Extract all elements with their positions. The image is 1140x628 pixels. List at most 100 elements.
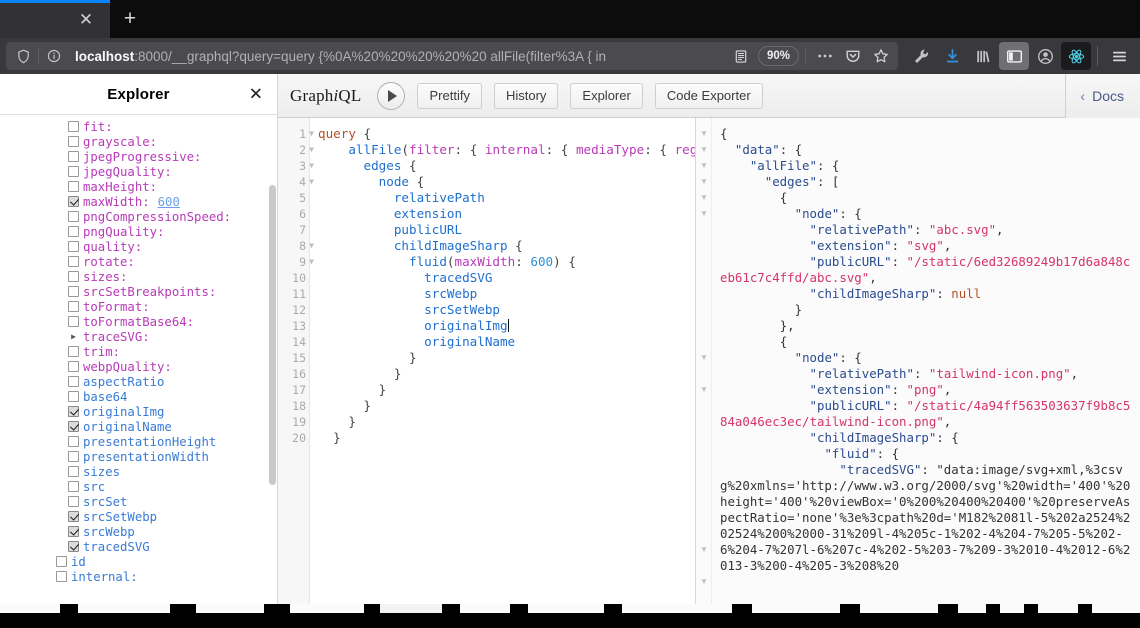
result-fold-arrow-icon[interactable]: ▼ xyxy=(699,350,709,366)
explorer-scrollbar-thumb[interactable] xyxy=(269,185,276,485)
explorer-item-value[interactable]: 600 xyxy=(158,195,180,209)
explorer-checkbox[interactable] xyxy=(68,361,79,372)
result-fold-arrow-icon[interactable]: ▼ xyxy=(699,206,709,222)
explorer-item-sizes[interactable]: sizes xyxy=(0,464,277,479)
explorer-button[interactable]: Explorer xyxy=(570,83,642,109)
explorer-item-toFormat[interactable]: toFormat: xyxy=(0,299,277,314)
expand-triangle-icon[interactable]: ▶ xyxy=(68,333,79,341)
explorer-item-quality[interactable]: quality: xyxy=(0,239,277,254)
url-text[interactable]: localhost:8000/__graphql?query=query {%0… xyxy=(69,49,726,64)
explorer-checkbox[interactable] xyxy=(68,436,79,447)
wrench-icon[interactable] xyxy=(906,42,936,70)
explorer-item-pngQuality[interactable]: pngQuality: xyxy=(0,224,277,239)
explorer-checkbox[interactable] xyxy=(68,421,79,432)
explorer-item-srcSetBreakpoints[interactable]: srcSetBreakpoints: xyxy=(0,284,277,299)
info-icon[interactable] xyxy=(41,44,67,68)
url-bar[interactable]: localhost:8000/__graphql?query=query {%0… xyxy=(6,42,898,70)
prettify-button[interactable]: Prettify xyxy=(417,83,481,109)
result-fold-arrow-icon[interactable]: ▼ xyxy=(699,174,709,190)
explorer-checkbox[interactable] xyxy=(68,181,79,192)
result-fold-arrow-icon[interactable]: ▼ xyxy=(699,382,709,398)
explorer-checkbox[interactable] xyxy=(68,301,79,312)
explorer-item-trim[interactable]: trim: xyxy=(0,344,277,359)
tab-close-icon[interactable]: ✕ xyxy=(76,9,96,29)
explorer-checkbox[interactable] xyxy=(68,211,79,222)
hamburger-menu-icon[interactable] xyxy=(1104,42,1134,70)
explorer-item-srcSetWebp[interactable]: srcSetWebp xyxy=(0,509,277,524)
explorer-close-icon[interactable]: ✕ xyxy=(249,86,263,103)
result-fold-arrow-icon[interactable]: ▼ xyxy=(699,574,709,590)
result-fold-gutter[interactable]: ▼▼▼▼▼▼▼▼▼▼ xyxy=(696,118,712,604)
explorer-item-aspectRatio[interactable]: aspectRatio xyxy=(0,374,277,389)
explorer-checkbox[interactable] xyxy=(68,136,79,147)
pocket-icon[interactable] xyxy=(840,44,866,68)
explorer-checkbox[interactable] xyxy=(68,256,79,267)
explorer-item-srcWebp[interactable]: srcWebp xyxy=(0,524,277,539)
result-fold-arrow-icon[interactable]: ▼ xyxy=(699,158,709,174)
query-editor[interactable]: query { allFile(filter: { internal: { me… xyxy=(310,118,695,604)
fold-arrow-icon[interactable]: ▼ xyxy=(307,161,316,170)
execute-query-button[interactable] xyxy=(377,82,405,110)
explorer-checkbox[interactable] xyxy=(68,346,79,357)
explorer-checkbox[interactable] xyxy=(68,406,79,417)
explorer-item-webpQuality[interactable]: webpQuality: xyxy=(0,359,277,374)
explorer-item-presentationHeight[interactable]: presentationHeight xyxy=(0,434,277,449)
explorer-checkbox[interactable] xyxy=(68,151,79,162)
explorer-item-pngCompressionSpeed[interactable]: pngCompressionSpeed: xyxy=(0,209,277,224)
explorer-item-traceSVG[interactable]: ▶traceSVG: xyxy=(0,329,277,344)
explorer-checkbox[interactable] xyxy=(68,316,79,327)
explorer-field-list[interactable]: fit:grayscale:jpegProgressive:jpegQualit… xyxy=(0,115,277,604)
explorer-item-tracedSVG[interactable]: tracedSVG xyxy=(0,539,277,554)
fold-arrow-icon[interactable]: ▼ xyxy=(307,177,316,186)
fold-arrow-icon[interactable]: ▼ xyxy=(307,129,316,138)
react-devtools-icon[interactable] xyxy=(1061,42,1091,70)
explorer-checkbox[interactable] xyxy=(68,241,79,252)
explorer-item-originalName[interactable]: originalName xyxy=(0,419,277,434)
result-fold-arrow-icon[interactable]: ▼ xyxy=(699,142,709,158)
library-icon[interactable] xyxy=(968,42,998,70)
explorer-checkbox[interactable] xyxy=(68,526,79,537)
zoom-level-indicator[interactable]: 90% xyxy=(758,46,799,66)
explorer-checkbox[interactable] xyxy=(68,511,79,522)
docs-button[interactable]: ‹ Docs xyxy=(1065,74,1140,118)
fold-arrow-icon[interactable]: ▼ xyxy=(307,257,316,266)
explorer-item-jpegProgressive[interactable]: jpegProgressive: xyxy=(0,149,277,164)
explorer-item-grayscale[interactable]: grayscale: xyxy=(0,134,277,149)
explorer-checkbox[interactable] xyxy=(68,166,79,177)
explorer-item-sizes[interactable]: sizes: xyxy=(0,269,277,284)
explorer-checkbox[interactable] xyxy=(68,226,79,237)
result-fold-arrow-icon[interactable]: ▼ xyxy=(699,126,709,142)
explorer-checkbox[interactable] xyxy=(68,541,79,552)
explorer-checkbox[interactable] xyxy=(68,466,79,477)
explorer-item-jpegQuality[interactable]: jpegQuality: xyxy=(0,164,277,179)
query-editor-pane[interactable]: 1▼2▼3▼4▼5678▼9▼1011121314151617181920 qu… xyxy=(278,118,696,604)
explorer-checkbox[interactable] xyxy=(68,451,79,462)
explorer-scrollbar[interactable] xyxy=(269,115,276,604)
explorer-item-originalImg[interactable]: originalImg xyxy=(0,404,277,419)
explorer-checkbox[interactable] xyxy=(68,121,79,132)
explorer-item-fit[interactable]: fit: xyxy=(0,119,277,134)
explorer-item-maxHeight[interactable]: maxHeight: xyxy=(0,179,277,194)
code-exporter-button[interactable]: Code Exporter xyxy=(655,83,763,109)
history-button[interactable]: History xyxy=(494,83,558,109)
explorer-item-src[interactable]: src xyxy=(0,479,277,494)
fold-arrow-icon[interactable]: ▼ xyxy=(307,145,316,154)
explorer-checkbox[interactable] xyxy=(56,571,67,582)
explorer-item-id[interactable]: id xyxy=(0,554,277,569)
explorer-checkbox[interactable] xyxy=(68,481,79,492)
explorer-checkbox[interactable] xyxy=(68,196,79,207)
page-actions-icon[interactable] xyxy=(812,44,838,68)
sidebar-toggle-icon[interactable] xyxy=(999,42,1029,70)
browser-tab-active[interactable]: ✕ xyxy=(0,0,110,38)
fold-arrow-icon[interactable]: ▼ xyxy=(307,241,316,250)
explorer-item-presentationWidth[interactable]: presentationWidth xyxy=(0,449,277,464)
explorer-item-internal[interactable]: internal: xyxy=(0,569,277,584)
explorer-item-rotate[interactable]: rotate: xyxy=(0,254,277,269)
explorer-checkbox[interactable] xyxy=(68,286,79,297)
explorer-checkbox[interactable] xyxy=(68,391,79,402)
bookmark-star-icon[interactable] xyxy=(868,44,894,68)
result-fold-arrow-icon[interactable]: ▼ xyxy=(699,190,709,206)
result-fold-arrow-icon[interactable]: ▼ xyxy=(699,542,709,558)
explorer-item-base64[interactable]: base64 xyxy=(0,389,277,404)
explorer-checkbox[interactable] xyxy=(56,556,67,567)
